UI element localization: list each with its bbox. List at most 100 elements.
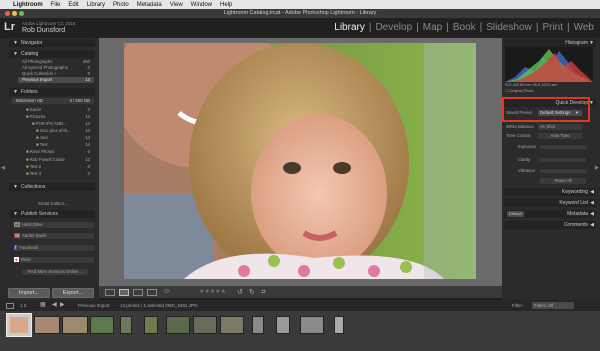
folder-item[interactable]: ■ FOR IPS AND... 14: [32, 121, 94, 127]
crop-icon[interactable]: ⌗: [261, 287, 266, 297]
filmstrip-thumbnail[interactable]: [220, 316, 244, 334]
publish-item-facebook[interactable]: f Facebook: [14, 245, 94, 251]
main-photo[interactable]: [124, 43, 476, 279]
filmstrip-thumbnail[interactable]: [144, 316, 158, 334]
filmstrip-thumbnail[interactable]: [300, 316, 324, 334]
menu-metadata[interactable]: Metadata: [137, 2, 162, 8]
folder-item[interactable]: ■ Pictures 14: [26, 114, 94, 120]
close-window-button[interactable]: [5, 11, 10, 16]
module-library[interactable]: Library: [334, 22, 365, 33]
right-panel-toggle-icon[interactable]: ▶: [595, 165, 599, 171]
menu-view[interactable]: View: [170, 2, 183, 8]
folder-item[interactable]: ■ misc pics of th... 14: [36, 128, 94, 134]
filmstrip-thumbnail[interactable]: [334, 316, 344, 334]
module-separator: |: [567, 22, 570, 33]
find-more-services-button[interactable]: Find More Services Online...: [22, 269, 88, 275]
folder-item[interactable]: ■ Test 30: [26, 171, 94, 177]
module-print[interactable]: Print: [542, 22, 563, 33]
back-arrow-icon[interactable]: ◀: [52, 300, 57, 311]
grid-icon[interactable]: ▦: [40, 300, 46, 311]
menu-file[interactable]: File: [51, 2, 61, 8]
filmstrip-thumbnail[interactable]: [166, 316, 190, 334]
import-button[interactable]: Import...: [8, 288, 50, 298]
folder-item[interactable]: ■ Joel 14: [36, 135, 94, 141]
menu-edit[interactable]: Edit: [68, 2, 78, 8]
folders-header[interactable]: ▼ Folders: [9, 88, 95, 96]
survey-view-icon[interactable]: [147, 289, 157, 296]
grid-view-icon[interactable]: [105, 289, 115, 296]
folder-item[interactable]: ■ Test 14: [36, 142, 94, 148]
menu-photo[interactable]: Photo: [113, 2, 129, 8]
module-picker: Library | Develop | Map | Book | Slideshow | …: [334, 22, 594, 33]
publish-item-adobe-stock[interactable]: St Adobe Stock: [14, 233, 94, 239]
module-map[interactable]: Map: [423, 22, 442, 33]
rotate-right-icon[interactable]: ↻: [249, 288, 255, 296]
publish-services-header[interactable]: ▼ Publish Services: [9, 210, 95, 218]
module-develop[interactable]: Develop: [375, 22, 412, 33]
navigator-header[interactable]: ▼ Navigator: [9, 39, 95, 47]
left-panel-toggle-icon[interactable]: ◀: [1, 165, 5, 171]
filmstrip-thumbnail[interactable]: [62, 316, 88, 334]
folder-item[interactable]: ■ Rob Powell Castle 13: [26, 157, 94, 163]
filmstrip-thumbnail[interactable]: [193, 316, 217, 334]
white-balance-dropdown[interactable]: As Shot: [538, 124, 582, 130]
module-book[interactable]: Book: [453, 22, 476, 33]
highlight-outline: [502, 97, 590, 122]
folder-item[interactable]: ■ Karen 0: [26, 107, 94, 113]
filter-dropdown[interactable]: Filters Off: [532, 302, 574, 309]
histogram-chart[interactable]: [505, 47, 593, 82]
keyword-list-header[interactable]: Keyword List ◀: [504, 199, 596, 207]
keywording-header[interactable]: Keywording ◀: [504, 188, 596, 196]
second-window-icon[interactable]: [6, 303, 14, 309]
catalog-header[interactable]: ▼ Catalog: [9, 50, 95, 58]
navigator-title: Navigator: [21, 40, 43, 46]
comments-header[interactable]: Comments ◀: [504, 221, 596, 229]
forward-arrow-icon[interactable]: ▶: [60, 300, 65, 311]
filmstrip-source[interactable]: Previous Import: [78, 300, 110, 311]
collapse-triangle-icon: ▼: [13, 51, 18, 57]
module-web[interactable]: Web: [574, 22, 594, 33]
compare-view-icon[interactable]: [133, 289, 143, 296]
people-view-icon[interactable]: ☺: [163, 288, 170, 295]
filmstrip-thumbnail[interactable]: [276, 316, 290, 334]
metadata-header[interactable]: Default Metadata ◀: [504, 210, 596, 218]
minimize-window-button[interactable]: [12, 11, 17, 16]
folder-item[interactable]: ■ Rose Photos 0: [26, 149, 94, 155]
menu-library[interactable]: Library: [87, 2, 105, 8]
menu-window[interactable]: Window: [191, 2, 212, 8]
volume-row[interactable]: Macintosh HD 4 / 500 GB: [12, 98, 94, 104]
loupe-view-icon[interactable]: [119, 289, 129, 296]
app-menu[interactable]: Lightroom: [13, 2, 43, 8]
vibrance-controls[interactable]: [540, 169, 586, 173]
collections-header[interactable]: ▼ Collections: [9, 183, 95, 191]
filmstrip-thumbnail[interactable]: [252, 316, 264, 334]
page-indicator[interactable]: 1 2: [20, 300, 26, 311]
filmstrip-thumbnail[interactable]: [90, 316, 114, 334]
clarity-controls[interactable]: [540, 158, 586, 162]
collection-item[interactable]: Smart Collect...: [38, 201, 94, 207]
metadata-preset-dropdown[interactable]: Default: [507, 211, 524, 217]
rotate-left-icon[interactable]: ↺: [237, 288, 243, 296]
folder-item[interactable]: ■ Test 20: [26, 164, 94, 170]
export-button[interactable]: Export...: [52, 288, 94, 298]
publish-item-hard-drive[interactable]: ▭ Hard Drive: [14, 222, 94, 228]
original-photo-checkbox[interactable]: ☐ Original Photo: [505, 88, 593, 94]
metadata-title: Metadata: [567, 211, 588, 217]
publish-item-flickr[interactable]: ● Flickr: [14, 257, 94, 263]
menu-help[interactable]: Help: [220, 2, 232, 8]
catalog-item-selected[interactable]: Previous Import 13: [18, 77, 94, 83]
exposure-controls[interactable]: [540, 145, 586, 149]
collections-title: Collections: [21, 184, 46, 190]
zoom-window-button[interactable]: [19, 11, 24, 16]
filmstrip-thumbnail-selected[interactable]: [6, 313, 32, 337]
collapse-triangle-icon: ▼: [13, 89, 18, 95]
auto-tone-button[interactable]: Auto Tone: [538, 133, 582, 139]
module-slideshow[interactable]: Slideshow: [486, 22, 532, 33]
folders-title: Folders: [21, 89, 38, 95]
reset-all-button[interactable]: Reset All: [540, 178, 586, 184]
histogram-header[interactable]: Histogram ▼: [504, 39, 596, 47]
collapse-triangle-icon: ▼: [13, 184, 18, 190]
filmstrip-thumbnail[interactable]: [34, 316, 60, 334]
filmstrip-thumbnail[interactable]: [120, 316, 132, 334]
star-rating-icon[interactable]: ★★★★★: [199, 288, 226, 295]
